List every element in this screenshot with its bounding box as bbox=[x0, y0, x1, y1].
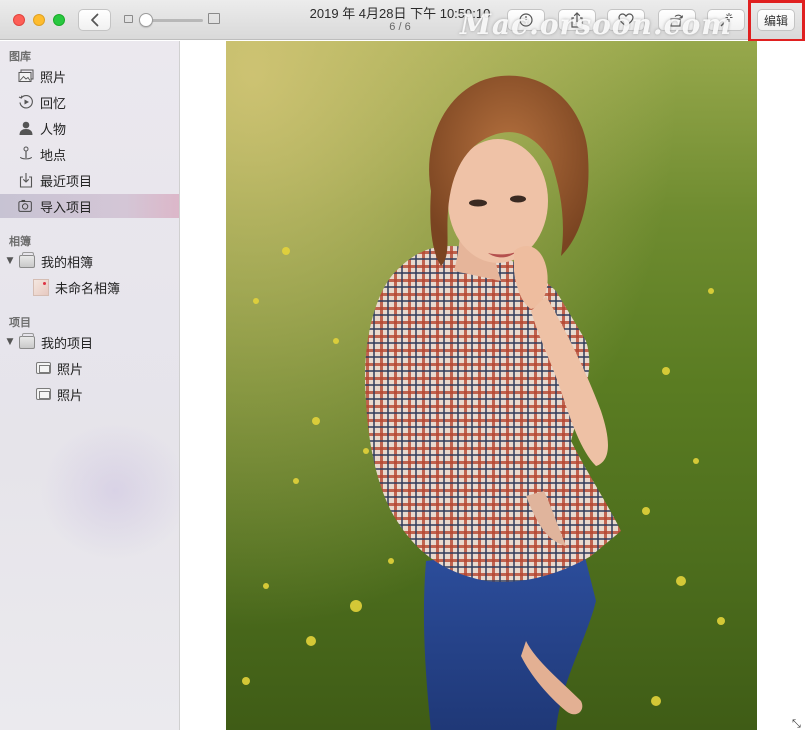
sidebar-background-glow bbox=[40, 421, 190, 561]
rotate-button[interactable] bbox=[658, 9, 696, 31]
photos-icon bbox=[18, 68, 34, 84]
sidebar-item-label: 回忆 bbox=[40, 95, 67, 111]
title-bar: 2019 年 4月28日 下午 10:59:10 6 / 6 编辑 bbox=[0, 0, 805, 40]
sidebar-item-project-photos-1[interactable]: 照片 bbox=[0, 356, 179, 380]
photo-image bbox=[226, 41, 757, 730]
sidebar-item-label: 最近项目 bbox=[40, 173, 93, 189]
album-thumbnail-icon bbox=[33, 278, 49, 296]
zoom-knob[interactable] bbox=[139, 13, 153, 27]
disclosure-triangle-icon[interactable]: ▼ bbox=[5, 256, 15, 266]
close-window-button[interactable] bbox=[13, 14, 25, 26]
sidebar-item-label: 照片 bbox=[40, 69, 67, 85]
project-icon bbox=[35, 360, 51, 376]
heart-icon bbox=[618, 13, 634, 27]
photo-viewer bbox=[180, 41, 805, 730]
sidebar-item-label: 地点 bbox=[40, 147, 67, 163]
info-button[interactable] bbox=[507, 9, 545, 31]
sidebar-item-label: 我的相簿 bbox=[41, 254, 94, 270]
project-icon bbox=[35, 386, 51, 402]
sidebar-item-recent[interactable]: 最近项目 bbox=[0, 168, 179, 192]
sidebar-item-label: 我的项目 bbox=[41, 335, 94, 351]
camera-import-icon bbox=[18, 198, 34, 214]
minimize-window-button[interactable] bbox=[33, 14, 45, 26]
sidebar-item-label: 人物 bbox=[40, 121, 67, 137]
memories-icon bbox=[18, 94, 34, 110]
sidebar-item-label: 未命名相簿 bbox=[55, 280, 121, 296]
sidebar-item-my-projects[interactable]: ▼ 我的项目 bbox=[0, 330, 179, 354]
album-folder-icon bbox=[19, 251, 35, 269]
people-icon bbox=[18, 120, 34, 136]
chevron-left-icon bbox=[90, 13, 98, 27]
enhance-button[interactable] bbox=[707, 9, 745, 31]
share-icon bbox=[571, 12, 583, 28]
sidebar-item-people[interactable]: 人物 bbox=[0, 116, 179, 140]
sidebar-item-imports[interactable]: 导入项目 bbox=[0, 194, 179, 218]
magic-wand-icon bbox=[720, 13, 733, 27]
main-photo[interactable] bbox=[226, 41, 757, 730]
places-icon bbox=[18, 146, 34, 162]
share-button[interactable] bbox=[558, 9, 596, 31]
zoom-slider[interactable] bbox=[124, 12, 224, 28]
sidebar-item-label: 照片 bbox=[57, 361, 84, 377]
albums-section-title: 相簿 bbox=[9, 236, 31, 248]
sidebar-item-photos[interactable]: 照片 bbox=[0, 64, 179, 88]
sidebar-item-project-photos-2[interactable]: 照片 bbox=[0, 382, 179, 406]
sidebar: 图库 照片 回忆 人物 地点 最近项目 导入项目 相簿 ▼ 我的相簿 未命名相簿… bbox=[0, 41, 190, 730]
project-folder-icon bbox=[19, 332, 35, 350]
projects-section-title: 项目 bbox=[9, 317, 31, 329]
sidebar-item-label: 导入项目 bbox=[40, 199, 93, 215]
resize-grip-icon[interactable]: ⤡ bbox=[792, 717, 801, 730]
sidebar-item-label: 照片 bbox=[57, 387, 84, 403]
info-icon bbox=[519, 13, 533, 27]
back-button[interactable] bbox=[78, 9, 111, 31]
favorite-button[interactable] bbox=[607, 9, 645, 31]
sidebar-item-untitled-album[interactable]: 未命名相簿 bbox=[0, 275, 179, 299]
library-section-title: 图库 bbox=[9, 51, 31, 63]
recent-import-icon bbox=[18, 172, 34, 188]
disclosure-triangle-icon[interactable]: ▼ bbox=[5, 337, 15, 347]
sidebar-item-my-albums[interactable]: ▼ 我的相簿 bbox=[0, 249, 179, 273]
small-photo-icon bbox=[124, 15, 133, 23]
fullscreen-window-button[interactable] bbox=[53, 14, 65, 26]
photo-date-title: 2019 年 4月28日 下午 10:59:10 bbox=[309, 6, 491, 21]
photo-position-counter: 6 / 6 bbox=[389, 21, 411, 33]
edit-button-highlight bbox=[748, 0, 805, 42]
sidebar-item-memories[interactable]: 回忆 bbox=[0, 90, 179, 114]
rotate-icon bbox=[670, 14, 684, 27]
large-photo-icon bbox=[208, 13, 220, 24]
sidebar-item-places[interactable]: 地点 bbox=[0, 142, 179, 166]
